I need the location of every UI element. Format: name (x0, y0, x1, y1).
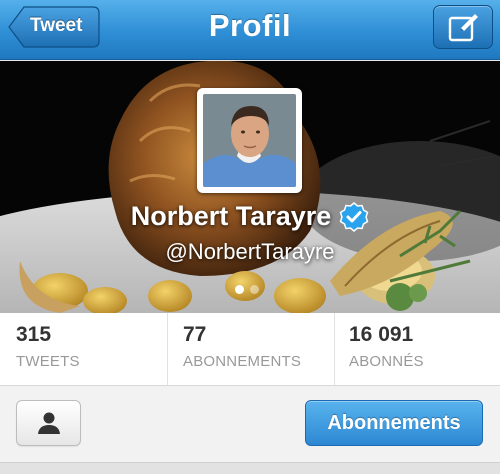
display-name-row: Norbert Tarayre (0, 201, 500, 232)
stat-label: TWEETS (16, 353, 80, 370)
profile-actions: Abonnements (0, 386, 500, 462)
stat-value: 315 (16, 323, 52, 346)
stat-label: ABONNEMENTS (183, 353, 302, 370)
avatar-photo (203, 94, 296, 187)
navigation-bar: Tweet Profil (0, 0, 500, 60)
person-icon (38, 412, 60, 434)
user-actions-button[interactable] (16, 400, 81, 446)
stat-value: 16 091 (349, 323, 414, 346)
banner-page-indicator[interactable] (235, 285, 259, 294)
profile-handle: @NorbertTarayre (165, 239, 335, 264)
stat-value: 77 (183, 323, 207, 346)
profile-stats: 315 TWEETS 77 ABONNEMENTS 16 091 ABONNÉS (0, 313, 500, 386)
page-dot-2[interactable] (250, 285, 259, 294)
verified-badge-icon (339, 201, 369, 232)
display-name: Norbert Tarayre (130, 201, 332, 231)
stat-tweets[interactable]: 315 TWEETS (0, 313, 168, 385)
stat-label: ABONNÉS (349, 353, 424, 370)
compose-button[interactable] (433, 5, 493, 49)
following-button[interactable]: Abonnements (305, 400, 483, 446)
stat-following[interactable]: 77 ABONNEMENTS (168, 313, 335, 385)
stat-followers[interactable]: 16 091 ABONNÉS (335, 313, 500, 385)
compose-icon (448, 14, 478, 42)
page-dot-1[interactable] (235, 285, 244, 294)
bottom-divider (0, 462, 500, 474)
avatar[interactable] (197, 88, 302, 193)
page-title: Profil (208, 8, 292, 43)
profile-banner: Norbert Tarayre @NorbertTarayre (0, 61, 500, 313)
